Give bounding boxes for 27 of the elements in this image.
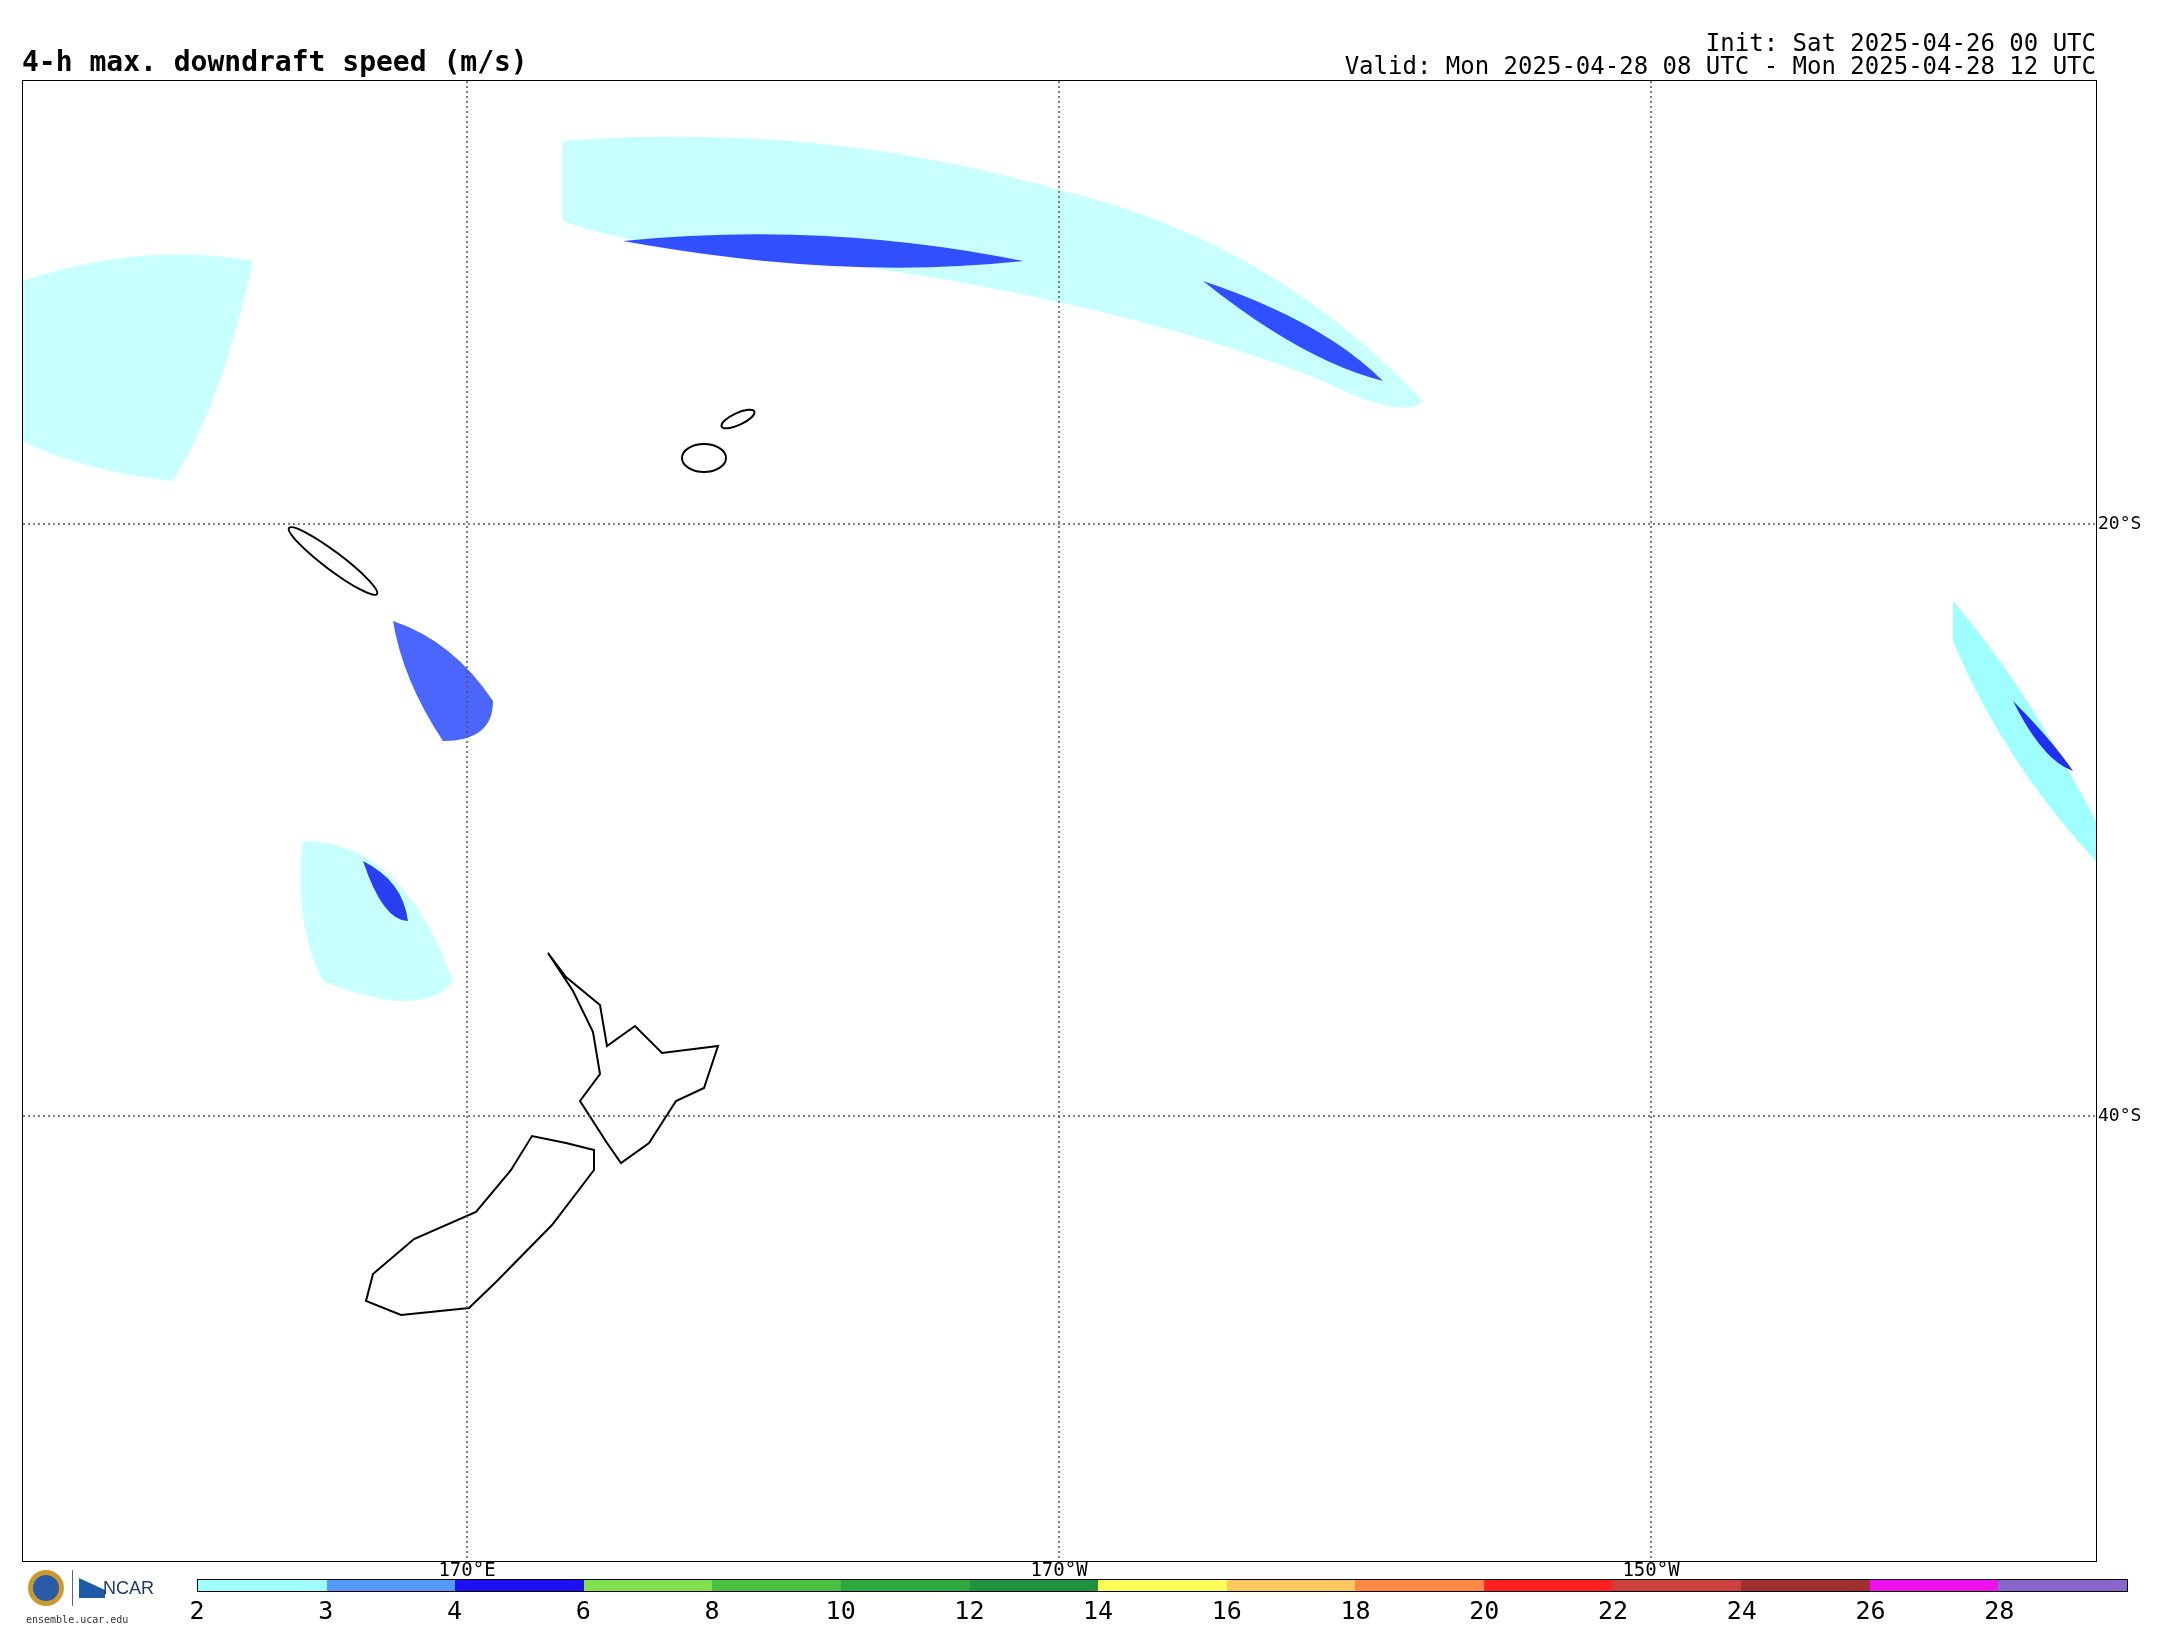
valid-time: Valid: Mon 2025-04-28 08 UTC - Mon 2025-04-28 12 UTC (1344, 55, 2096, 78)
longitude-label: 170°E (438, 1558, 496, 1580)
logo-text: NCAR (103, 1577, 154, 1599)
colorbar-tick-label: 4 (446, 1598, 462, 1624)
init-time: Init: Sat 2025-04-26 00 UTC (1705, 32, 2096, 55)
colorbar-tick-label: 26 (1855, 1598, 1886, 1624)
chart-title: 4-h max. downdraft speed (m/s) (22, 48, 528, 76)
colorbar-tick-label: 8 (704, 1598, 720, 1624)
latitude-label: 20°S (2098, 512, 2142, 534)
latitude-label: 40°S (2098, 1104, 2142, 1126)
colorbar-tick-label: 28 (1984, 1598, 2015, 1624)
colorbar-tick-label: 24 (1726, 1598, 1757, 1624)
colorbar-tick-label: 12 (954, 1598, 985, 1624)
colorbar-tick-label: 6 (575, 1598, 591, 1624)
colorbar-tick-label: 10 (825, 1598, 856, 1624)
colorbar-tick-label: 16 (1211, 1598, 1242, 1624)
colorbar-tick-label: 2 (189, 1598, 205, 1624)
colorbar-tick-label: 22 (1598, 1598, 1629, 1624)
ncar-logo-icon (79, 1578, 105, 1598)
colorbar-tick-label: 3 (318, 1598, 334, 1624)
longitude-label: 150°W (1622, 1558, 1680, 1580)
website-url: ensemble.ucar.edu (26, 1614, 130, 1625)
colorbar-tick-label: 14 (1083, 1598, 1114, 1624)
colorbar-tick-label: 18 (1340, 1598, 1371, 1624)
longitude-label: 170°W (1030, 1558, 1088, 1580)
globe-logo-icon (26, 1568, 66, 1608)
colorbar-tick-label: 20 (1469, 1598, 1500, 1624)
